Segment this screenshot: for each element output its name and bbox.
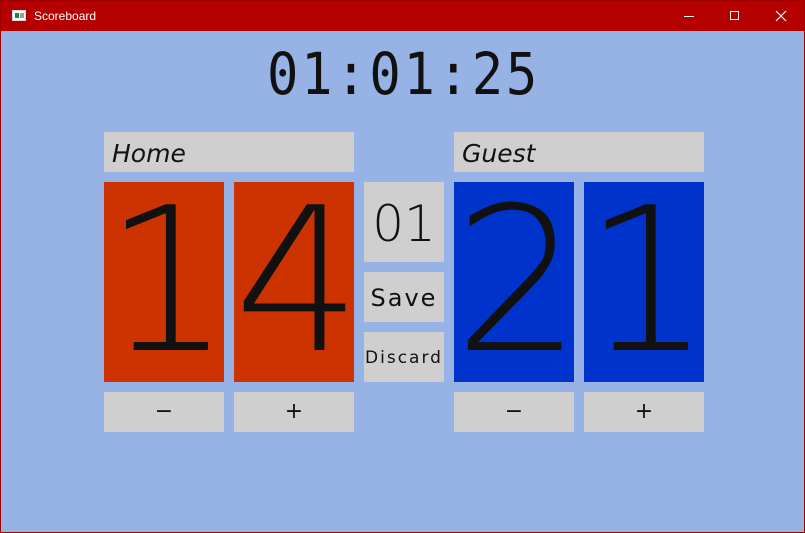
- maximize-icon: [730, 11, 739, 20]
- scoreboard-window: Scoreboard 01:01:25 Home Guest 1 4 01 Sa…: [0, 0, 805, 533]
- home-plus-button[interactable]: +: [234, 392, 354, 432]
- save-button[interactable]: Save: [364, 272, 444, 322]
- app-icon: [12, 10, 26, 21]
- window-title: Scoreboard: [34, 9, 97, 23]
- home-score-ones: 4: [234, 165, 362, 398]
- minimize-button[interactable]: [666, 1, 712, 31]
- home-score-tens: 1: [104, 165, 232, 398]
- game-clock: 01:01:25: [266, 40, 541, 108]
- close-icon: [775, 10, 787, 22]
- period-display: 01: [364, 182, 444, 262]
- close-button[interactable]: [758, 1, 804, 31]
- guest-score-ones: 1: [584, 165, 712, 398]
- maximize-button[interactable]: [712, 1, 758, 31]
- discard-button[interactable]: Discard: [364, 332, 444, 382]
- guest-score-tens: 2: [454, 165, 582, 398]
- title-bar[interactable]: Scoreboard: [1, 1, 804, 31]
- home-minus-button[interactable]: −: [104, 392, 224, 432]
- guest-plus-button[interactable]: +: [584, 392, 704, 432]
- minimize-icon: [684, 16, 694, 17]
- guest-minus-button[interactable]: −: [454, 392, 574, 432]
